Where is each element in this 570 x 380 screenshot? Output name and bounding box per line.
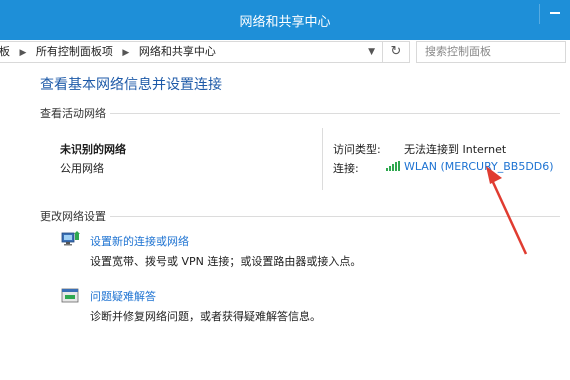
setup-connection-link[interactable]: 设置新的连接或网络 [90,233,189,249]
network-setup-icon [61,231,80,246]
breadcrumb-all-items[interactable]: 所有控制面板项 [36,42,113,62]
network-name: 未识别的网络 [60,143,126,156]
divider [110,113,560,114]
troubleshoot-description: 诊断并修复网络问题，或者获得疑难解答信息。 [90,310,321,323]
active-networks-label: 查看活动网络 [40,107,106,120]
breadcrumb-chevron-icon[interactable]: ▶ [122,43,129,63]
wifi-signal-icon [386,161,400,171]
access-type-label: 访问类型: [333,143,381,156]
minimize-icon [550,12,560,14]
access-type-value: 无法连接到 Internet [404,143,507,156]
setup-connection-description: 设置宽带、拨号或 VPN 连接；或设置路由器或接入点。 [90,255,362,268]
network-type-link[interactable]: 公用网络 [60,160,104,176]
breadcrumb-network-center[interactable]: 网络和共享中心 [139,42,216,62]
minimize-button[interactable] [539,4,570,24]
history-dropdown-icon[interactable]: ▼ [368,42,375,62]
troubleshoot-link[interactable]: 问题疑难解答 [90,288,156,304]
refresh-icon[interactable]: ↻ [382,42,409,62]
title-bar: 网络和共享中心 [0,0,570,40]
breadcrumb-control-panel[interactable]: 板 [0,42,10,62]
connection-label: 连接: [333,162,359,175]
page-heading: 查看基本网络信息并设置连接 [40,77,222,93]
troubleshoot-icon [61,288,79,303]
address-bar[interactable]: 板 ▶ 所有控制面板项 ▶ 网络和共享中心 ▼ ↻ [0,41,410,63]
window-title: 网络和共享中心 [239,15,331,30]
search-input[interactable]: 搜索控制面板 [416,41,566,63]
address-bar-row: 板 ▶ 所有控制面板项 ▶ 网络和共享中心 ▼ ↻ 搜索控制面板 [0,40,570,66]
vertical-divider [322,128,323,190]
annotation-arrow-icon [486,166,528,255]
breadcrumb-chevron-icon[interactable]: ▶ [20,43,27,63]
change-settings-label: 更改网络设置 [40,210,106,223]
